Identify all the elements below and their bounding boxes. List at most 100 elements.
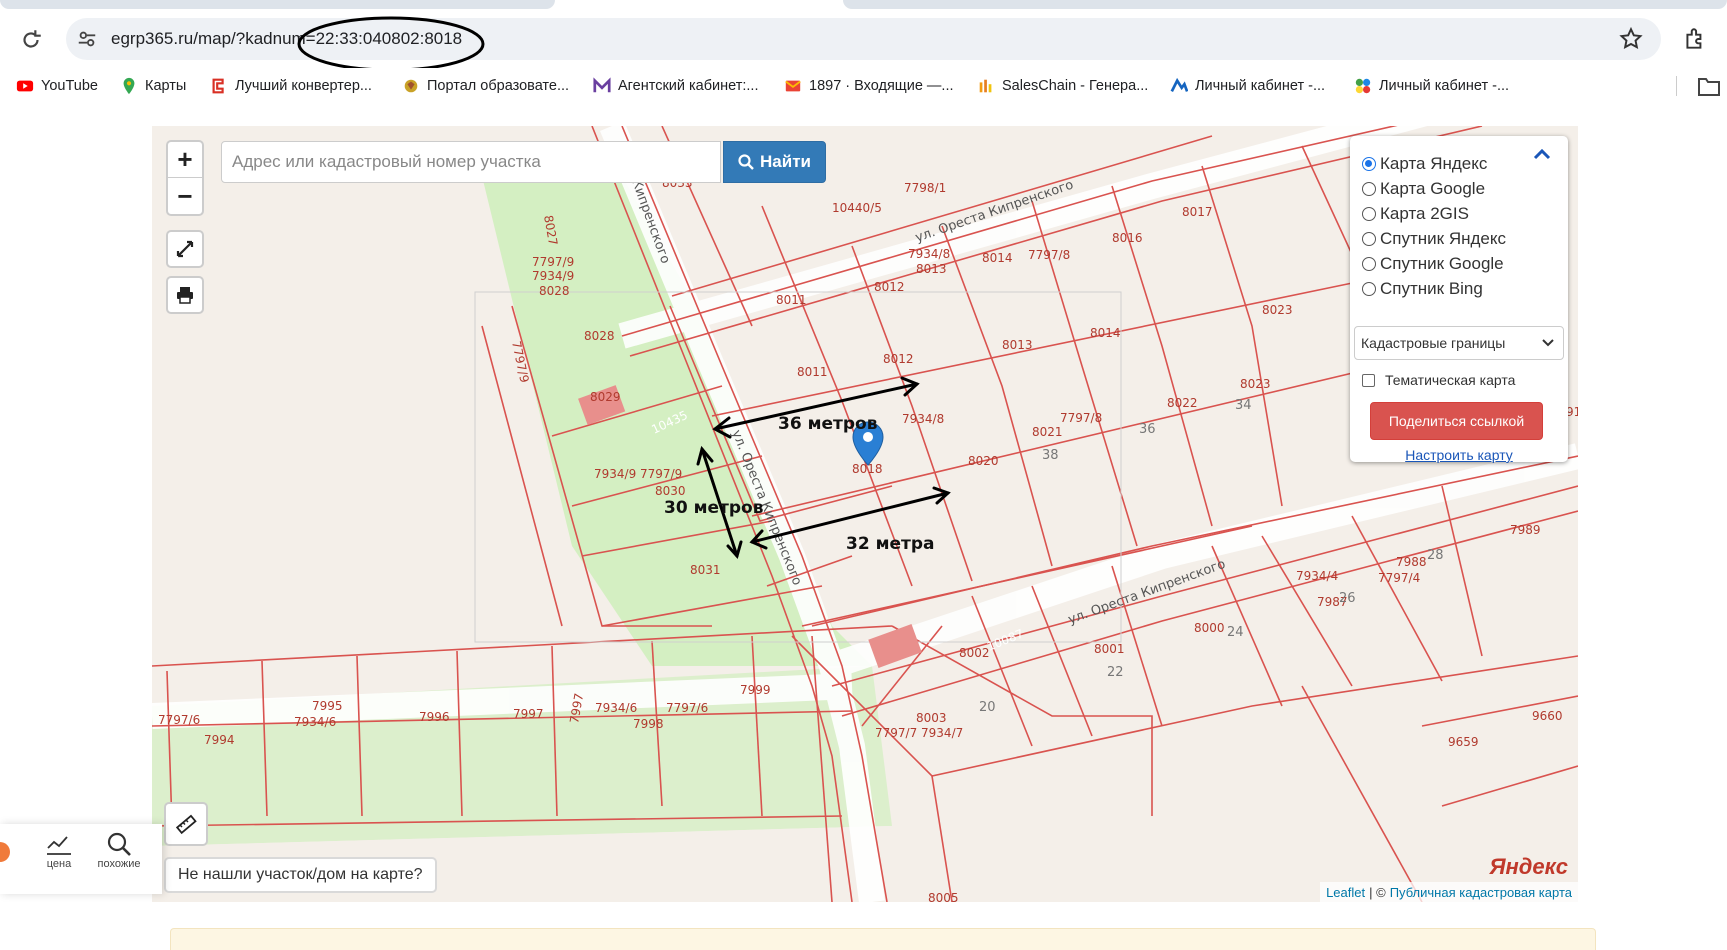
layer-google-satellite[interactable]: Спутник Google xyxy=(1362,254,1504,274)
radio-button[interactable] xyxy=(1362,232,1376,246)
parcel-label: 7934/6 xyxy=(595,701,637,715)
label-30-meters: 30 метров xyxy=(664,498,764,518)
house-number: 38 xyxy=(1042,448,1059,463)
parcel-label: 8030 xyxy=(655,484,686,498)
mail-icon xyxy=(785,80,801,92)
fullscreen-button[interactable] xyxy=(166,230,204,268)
radio-button[interactable] xyxy=(1362,282,1376,296)
layer-bing-satellite[interactable]: Спутник Bing xyxy=(1362,279,1483,299)
bookmark-youtube[interactable]: YouTube xyxy=(16,75,98,97)
house-number: 26 xyxy=(1339,591,1356,606)
layer-yandex-satellite[interactable]: Спутник Яндекс xyxy=(1362,229,1506,249)
printer-icon xyxy=(177,287,193,304)
chevron-down-icon xyxy=(1542,339,1554,347)
print-button[interactable] xyxy=(166,276,204,314)
radio-button[interactable] xyxy=(1362,157,1376,171)
search-button[interactable]: Найти xyxy=(723,141,826,183)
parcel-label: 8031 xyxy=(690,563,721,577)
overlay-select[interactable]: Кадастровые границы xyxy=(1354,326,1564,360)
thematic-map-toggle[interactable]: Тематическая карта xyxy=(1362,372,1515,388)
radio-button[interactable] xyxy=(1362,257,1376,271)
saleschain-icon xyxy=(979,79,992,93)
layer-yandex-map[interactable]: Карта Яндекс xyxy=(1362,154,1487,174)
share-link-button[interactable]: Поделиться ссылкой xyxy=(1370,402,1543,440)
configure-map-link[interactable]: Настроить карту xyxy=(1350,447,1568,463)
zoom-control: + − xyxy=(166,140,204,216)
browser-tab[interactable] xyxy=(0,0,555,9)
parcel-label: 7995 xyxy=(312,699,343,713)
parcel-label: 7934/9 xyxy=(532,269,574,283)
browser-tab[interactable] xyxy=(843,0,1727,9)
radio-button[interactable] xyxy=(1362,182,1376,196)
parcel-label: 9660 xyxy=(1532,709,1563,723)
search-input[interactable] xyxy=(221,141,721,183)
bookmark-inbox[interactable]: 1897 · Входящие —... xyxy=(784,75,954,97)
bookmark-maps[interactable]: Карты xyxy=(120,75,186,97)
converter-icon xyxy=(212,78,224,94)
leaflet-link[interactable]: Leaflet xyxy=(1326,885,1365,900)
browser-toolbar: egrp365.ru/map/?kadnum=22:33:040802:8018 xyxy=(0,10,1727,72)
site-info-icon[interactable] xyxy=(76,28,98,50)
price-chart-icon xyxy=(47,836,71,855)
bookmark-saleschain[interactable]: SalesChain - Генера... xyxy=(977,75,1148,97)
price-widget[interactable]: цена xyxy=(34,832,84,870)
label-36-meters: 36 метров xyxy=(778,414,878,434)
parcel-label: 8028 xyxy=(584,329,615,343)
youtube-icon xyxy=(16,80,34,92)
parcel-label: 8005 xyxy=(928,891,959,902)
info-panel xyxy=(170,928,1596,950)
parcel-label: 8014 xyxy=(1090,326,1121,340)
zoom-in-button[interactable]: + xyxy=(168,142,202,178)
bookmark-agent-cabinet[interactable]: Агентский кабинет:... xyxy=(593,75,759,97)
bookmark-star-icon[interactable] xyxy=(1618,26,1644,52)
tab-strip xyxy=(0,0,1727,10)
emblem-icon xyxy=(404,79,418,93)
parcel-label: 8012 xyxy=(874,280,905,294)
maps-pin-icon xyxy=(123,77,135,95)
widget-badge-icon[interactable] xyxy=(0,842,10,862)
cadastral-map[interactable]: 8033 8027 7798/1 10440/5 8017 7797/9 793… xyxy=(152,126,1578,902)
search-button-label: Найти xyxy=(760,152,811,171)
measure-button[interactable] xyxy=(164,802,208,846)
pkk-link[interactable]: Публичная кадастровая карта xyxy=(1390,885,1572,900)
search-icon xyxy=(107,832,131,856)
chevron-up-icon[interactable] xyxy=(1532,146,1552,162)
similar-widget[interactable]: похожие xyxy=(94,832,144,870)
parcel-label: 8013 xyxy=(1002,338,1033,352)
thematic-checkbox[interactable] xyxy=(1362,373,1375,387)
parcel-label: 8023 xyxy=(1240,377,1271,391)
address-bar[interactable]: egrp365.ru/map/?kadnum=22:33:040802:8018 xyxy=(66,18,1661,60)
parcel-label: 7999 xyxy=(740,683,771,697)
bookmarks-bar: YouTube Карты Лучший конвертер... Портал… xyxy=(0,68,1727,104)
bookmark-personal-cabinet-1[interactable]: Личный кабинет -... xyxy=(1170,75,1325,97)
url-text[interactable]: egrp365.ru/map/?kadnum=22:33:040802:8018 xyxy=(111,29,462,49)
layer-google-map[interactable]: Карта Google xyxy=(1362,179,1485,199)
parcel-label: 7797/4 xyxy=(1378,571,1420,585)
parcel-label: 8016 xyxy=(1112,231,1143,245)
bookmark-converter[interactable]: Лучший конвертер... xyxy=(210,75,372,97)
cabinet-dots-icon xyxy=(1355,78,1371,94)
parcel-label: 8014 xyxy=(982,251,1013,265)
bookmark-education-portal[interactable]: Портал образовате... xyxy=(402,75,569,97)
bookmark-personal-cabinet-2[interactable]: Личный кабинет -... xyxy=(1354,75,1509,97)
extensions-icon[interactable] xyxy=(1682,26,1708,52)
radio-button[interactable] xyxy=(1362,207,1376,221)
zoom-out-button[interactable]: − xyxy=(168,178,202,214)
parcel-label: 8000 xyxy=(1194,621,1225,635)
house-number: 36 xyxy=(1139,422,1156,437)
house-number: 22 xyxy=(1107,665,1124,680)
layer-2gis-map[interactable]: Карта 2GIS xyxy=(1362,204,1469,224)
folder-icon[interactable] xyxy=(1697,75,1721,97)
parcel-label: 7797/8 xyxy=(1060,411,1102,425)
parcel-label: 8022 xyxy=(1167,396,1198,410)
parcel-label: 7934/4 xyxy=(1296,569,1338,583)
parcel-label: 7797/9 xyxy=(532,255,574,269)
parcel-label: 7798/1 xyxy=(904,181,946,195)
parcel-label: 8021 xyxy=(1032,425,1063,439)
cabinet-a-icon xyxy=(1170,77,1188,93)
not-found-button[interactable]: Не нашли участок/дом на карте? xyxy=(164,857,437,893)
parcel-label: 8023 xyxy=(1262,303,1293,317)
reload-icon[interactable] xyxy=(18,27,44,53)
parcel-label: 8011 xyxy=(797,365,828,379)
parcel-label: 8029 xyxy=(590,390,621,404)
